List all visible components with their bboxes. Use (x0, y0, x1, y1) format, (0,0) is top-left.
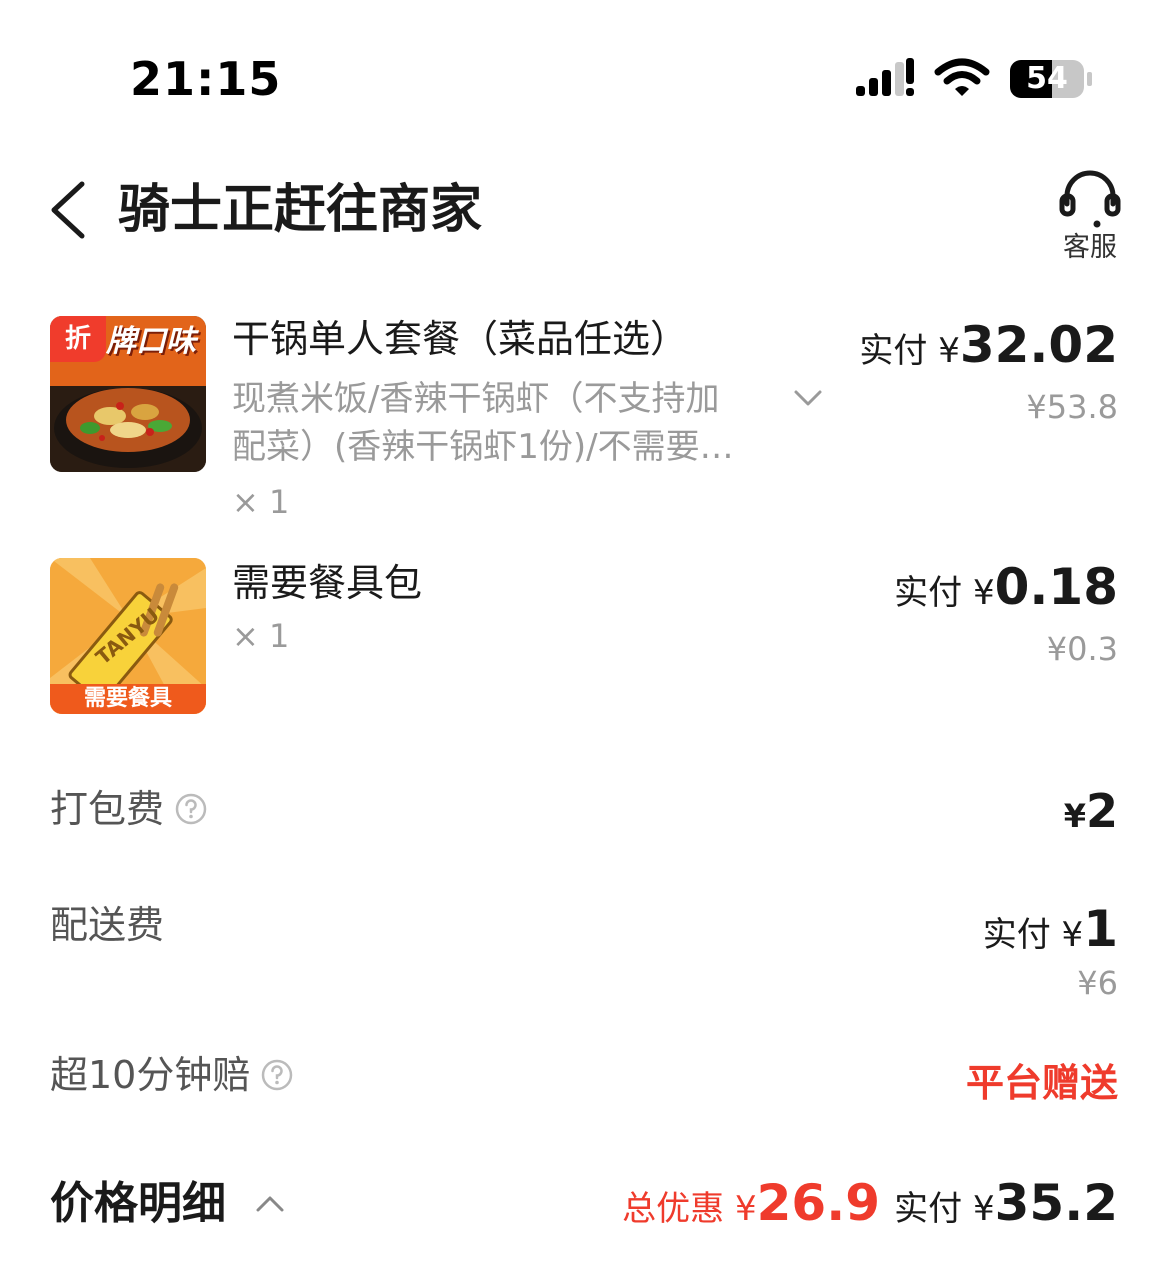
item-thumbnail: TANYU 需要餐具 (50, 558, 206, 714)
platform-gift-label: 平台赠送 (965, 1061, 1118, 1105)
item-paid-price: 实付 ¥0.18 (894, 558, 1118, 616)
thumb-title-text: 牌口味 (106, 324, 196, 359)
delivery-fee-label: 配送费 (50, 903, 165, 947)
packing-fee-value: ¥2 (1064, 784, 1118, 838)
customer-service-label: 客服 (1063, 232, 1117, 263)
thumb-caption-text: 需要餐具 (83, 686, 172, 711)
discount-badge: 折 (50, 316, 106, 362)
price-detail-row[interactable]: 价格明细 总优惠 ¥26.9 实付 ¥35.2 (0, 1168, 1170, 1248)
help-icon[interactable] (174, 792, 208, 826)
header: 骑士正赶往商家 客服 (0, 150, 1170, 270)
total-discount: 总优惠 ¥26.9 (622, 1174, 880, 1232)
packing-fee-text: 打包费 (50, 787, 165, 831)
packing-fee-label: 打包费 (50, 786, 208, 832)
order-item[interactable]: 牌口味 折 干锅单人套餐（菜品任选） 现煮米饭/香辣干锅虾（不支持加 配菜）(香… (0, 310, 1170, 530)
total-paid-label: 实付 ¥ (894, 1189, 995, 1229)
battery-level: 54 (1026, 61, 1068, 96)
item-thumbnail: 牌口味 折 (50, 316, 206, 472)
paid-value: 32.02 (959, 316, 1118, 374)
item-name: 干锅单人套餐（菜品任选） (232, 317, 689, 361)
total-paid: 实付 ¥35.2 (894, 1174, 1118, 1232)
item-spec-line: 现煮米饭/香辣干锅虾（不支持加 (232, 379, 720, 419)
item-spec-line: 配菜）(香辣干锅虾1份)/不需要… (232, 427, 734, 467)
discount-label: 总优惠 ¥ (622, 1189, 757, 1229)
item-paid-price: 实付 ¥32.02 (859, 316, 1118, 374)
page-title: 骑士正赶往商家 (118, 180, 483, 240)
status-bar: 21:15 54 (0, 0, 1170, 130)
discount-value: 26.9 (756, 1174, 880, 1232)
expand-chevron-icon[interactable] (792, 382, 824, 414)
price-detail-title[interactable]: 价格明细 (50, 1178, 226, 1230)
late-compensation-label: 超10分钟赔 (50, 1052, 294, 1098)
paid-value: 1 (1083, 900, 1118, 958)
late-compensation-row: 超10分钟赔 平台赠送 (0, 1050, 1170, 1110)
item-quantity: × 1 (232, 617, 290, 655)
order-item[interactable]: TANYU 需要餐具 需要餐具包 × 1 实付 ¥0.18 ¥0.3 (0, 552, 1170, 722)
help-icon[interactable] (260, 1058, 294, 1092)
customer-service-button[interactable]: 客服 (1050, 164, 1130, 264)
wifi-icon (934, 58, 990, 96)
status-time: 21:15 (130, 52, 282, 106)
item-name: 需要餐具包 (232, 561, 423, 605)
yen-symbol: ¥ (1063, 797, 1086, 835)
paid-label: 实付 ¥ (894, 573, 995, 613)
battery-indicator: 54 (1010, 58, 1092, 100)
item-quantity: × 1 (232, 483, 290, 521)
late-compensation-text: 超10分钟赔 (50, 1053, 251, 1097)
delivery-original-price: ¥6 (1077, 964, 1118, 1002)
headset-icon (1059, 170, 1121, 228)
paid-value: 0.18 (994, 558, 1118, 616)
chevron-up-icon[interactable] (254, 1188, 286, 1220)
packing-fee-row: 打包费 ¥2 (0, 784, 1170, 844)
item-original-price: ¥0.3 (1046, 630, 1118, 668)
packing-fee-amount: 2 (1085, 784, 1118, 838)
cellular-signal-icon (856, 58, 914, 96)
paid-label: 实付 ¥ (982, 915, 1084, 955)
back-arrow-icon[interactable] (44, 180, 90, 240)
paid-label: 实付 ¥ (859, 331, 960, 371)
delivery-fee-row: 配送费 实付 ¥1 ¥6 (0, 900, 1170, 1010)
item-original-price: ¥53.8 (1026, 388, 1118, 426)
total-paid-value: 35.2 (994, 1174, 1118, 1232)
delivery-paid-price: 实付 ¥1 (983, 900, 1118, 958)
